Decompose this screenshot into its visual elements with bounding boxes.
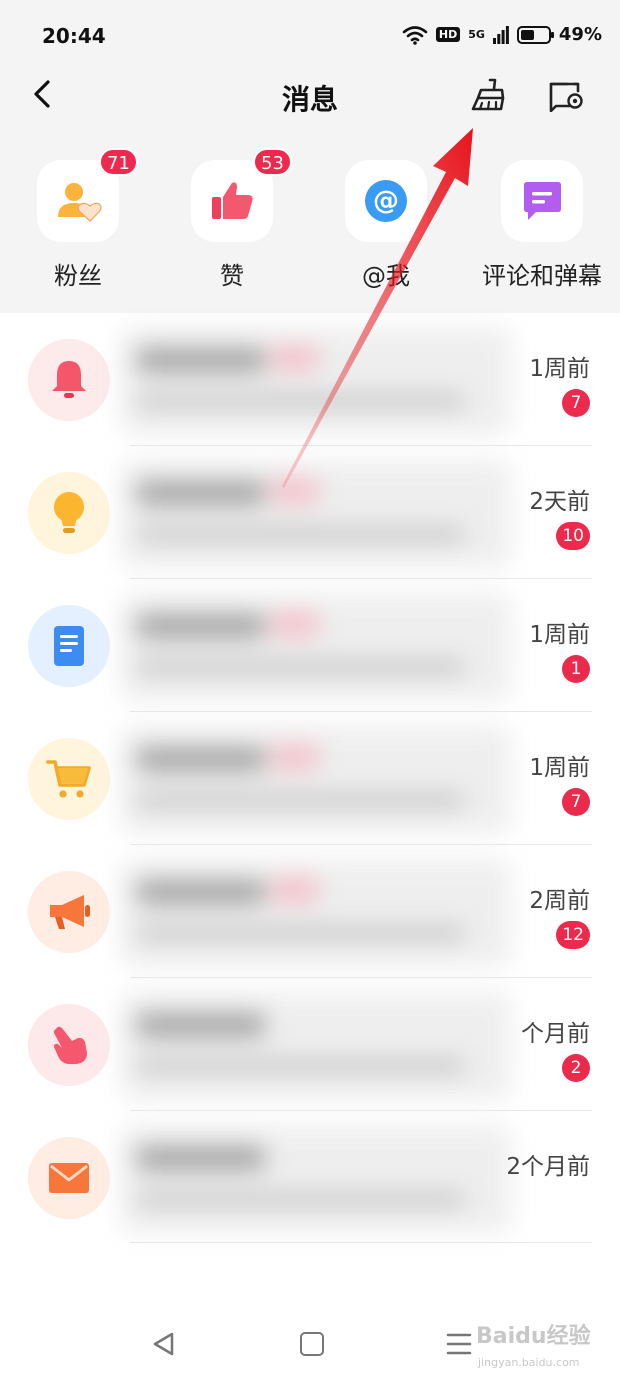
unread-badge: 10	[556, 522, 590, 550]
megaphone-icon	[50, 895, 90, 929]
category-label: 粉丝	[54, 262, 102, 290]
pointing-hand-icon	[53, 1026, 87, 1064]
category-label: 赞	[220, 262, 244, 290]
message-row[interactable]: 2个月前	[0, 1111, 620, 1244]
message-row[interactable]: 1周前 1	[0, 579, 620, 712]
unread-badge: 7	[562, 389, 590, 417]
message-row[interactable]: 1周前 7	[0, 313, 620, 446]
blurred-message-preview	[120, 327, 512, 435]
message-icon-bg	[28, 1004, 110, 1086]
category-fans[interactable]: 71 粉丝	[8, 148, 148, 291]
message-time: 个月前	[521, 1021, 590, 1047]
status-bar: 20:44 HD 5G 49%	[0, 0, 620, 72]
comment-icon	[524, 182, 561, 220]
category-mentions[interactable]: @ @我	[316, 150, 456, 291]
message-time: 2个月前	[506, 1154, 590, 1180]
category-shortcuts: 71 粉丝 53 赞 @ @我 评论和弹幕	[0, 148, 620, 291]
category-label: 评论和弹幕	[482, 262, 602, 290]
category-tile: 71	[37, 148, 138, 242]
message-row[interactable]: 个月前 2	[0, 978, 620, 1111]
blurred-message-preview	[120, 460, 512, 568]
category-comments[interactable]: 评论和弹幕	[472, 150, 612, 291]
likes-count-badge: 53	[253, 148, 292, 176]
battery-percent: 49%	[558, 24, 602, 45]
hd-badge: HD	[435, 27, 461, 42]
watermark-logo: Baidu经验	[476, 1324, 591, 1349]
svg-text:@: @	[373, 186, 399, 216]
message-time: 1周前	[529, 356, 590, 382]
network-label: 5G	[468, 28, 485, 41]
shopping-cart-icon	[46, 760, 91, 798]
message-icon-bg	[28, 472, 110, 554]
message-time: 2周前	[529, 888, 590, 914]
nav-home-icon[interactable]	[300, 1332, 324, 1356]
blurred-message-preview	[120, 859, 512, 967]
message-row[interactable]: 1周前 7	[0, 712, 620, 845]
list-bottom-divider	[130, 1242, 592, 1243]
message-settings-button[interactable]	[544, 74, 588, 116]
category-likes[interactable]: 53 赞	[162, 148, 302, 291]
document-icon	[54, 626, 84, 666]
at-icon: @	[365, 180, 407, 222]
status-time: 20:44	[42, 24, 106, 48]
battery-icon	[516, 25, 554, 44]
message-settings-icon	[549, 82, 583, 112]
message-time: 1周前	[529, 622, 590, 648]
message-icon-bg	[28, 1137, 110, 1219]
fans-icon	[58, 183, 102, 222]
unread-badge: 7	[562, 788, 590, 816]
category-tile	[501, 160, 583, 242]
unread-badge: 2	[562, 1054, 590, 1082]
envelope-icon	[49, 1163, 89, 1193]
message-row[interactable]: 2天前 10	[0, 446, 620, 579]
signal-icon	[492, 25, 509, 44]
broom-icon	[471, 78, 505, 111]
message-icon-bg	[28, 339, 110, 421]
header: 消息	[0, 72, 620, 118]
nav-back-icon[interactable]	[150, 1330, 178, 1358]
category-tile: @	[345, 160, 427, 242]
fans-count-badge: 71	[99, 148, 138, 176]
category-tile: 53	[191, 148, 292, 242]
thumbs-up-icon	[212, 182, 253, 219]
wifi-icon	[402, 25, 428, 45]
status-icons: HD 5G 49%	[402, 24, 602, 45]
message-icon-bg	[28, 605, 110, 687]
message-time: 2天前	[529, 489, 590, 515]
unread-badge: 1	[562, 655, 590, 683]
lightbulb-icon	[54, 492, 84, 533]
nav-recent-apps-icon[interactable]	[446, 1332, 472, 1356]
watermark-url: jingyan.baidu.com	[478, 1356, 580, 1369]
blurred-message-preview	[120, 1125, 512, 1233]
unread-badge: 12	[556, 921, 590, 949]
message-icon-bg	[28, 871, 110, 953]
page-title: 消息	[281, 83, 338, 116]
battery-level	[520, 29, 534, 40]
message-row[interactable]: 2周前 12	[0, 845, 620, 978]
category-label: @我	[362, 262, 410, 290]
blurred-message-preview	[120, 992, 512, 1100]
bell-icon	[52, 361, 86, 398]
message-icon-bg	[28, 738, 110, 820]
clear-unread-button[interactable]	[466, 74, 510, 116]
message-time: 1周前	[529, 755, 590, 781]
blurred-message-preview	[120, 726, 512, 834]
blurred-message-preview	[120, 593, 512, 701]
